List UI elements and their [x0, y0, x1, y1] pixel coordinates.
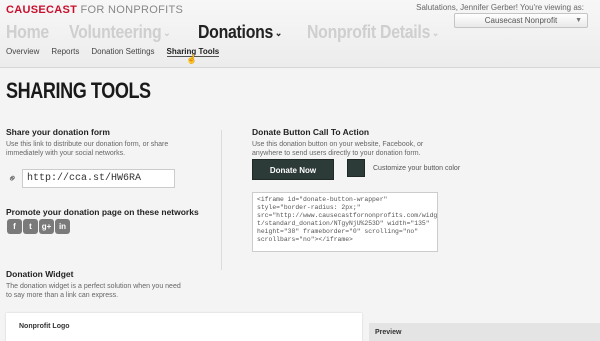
share-form-desc-2: immediately with your social networks.: [6, 150, 126, 157]
widget-desc-1: The donation widget is a perfect solutio…: [6, 283, 181, 290]
subnav-donation-settings[interactable]: Donation Settings: [91, 47, 154, 57]
share-form-desc-1: Use this link to distribute our donation…: [6, 141, 169, 148]
cta-heading: Donate Button Call To Action: [252, 127, 370, 137]
cta-desc-2: anywhere to send users directly to your …: [252, 150, 421, 157]
logo-suffix: FOR NONPROFITS: [77, 4, 184, 16]
twitter-icon[interactable]: t: [23, 219, 38, 234]
account-select[interactable]: Causecast Nonprofit ▼: [454, 13, 588, 28]
greeting: Salutations, Jennifer Gerber! You're vie…: [416, 3, 584, 12]
column-divider: [221, 130, 222, 270]
nav-donations[interactable]: Donations ⌄: [198, 22, 282, 43]
sub-nav: Overview Reports Donation Settings Shari…: [6, 47, 231, 57]
chevron-down-icon: ⌄: [163, 28, 171, 39]
widget-desc-2: to say more than a link can express.: [6, 292, 119, 299]
chevron-down-icon: ⌄: [432, 28, 440, 39]
social-share-buttons: f t g+ in: [7, 219, 70, 234]
linkedin-icon[interactable]: in: [55, 219, 70, 234]
nonprofit-logo-label: Nonprofit Logo: [19, 323, 70, 330]
customize-color-label: Customize your button color: [373, 165, 461, 172]
page-title: SHARING TOOLS: [6, 78, 151, 103]
account-select-value: Causecast Nonprofit: [484, 16, 558, 25]
donate-now-button[interactable]: Donate Now: [252, 159, 334, 180]
promote-heading: Promote your donation page on these netw…: [6, 207, 199, 217]
google-plus-icon[interactable]: g+: [39, 219, 54, 234]
header: CAUSECAST FOR NONPROFITS Salutations, Je…: [0, 0, 600, 68]
share-url-field[interactable]: http://cca.st/HW6RA: [22, 169, 175, 188]
subnav-reports[interactable]: Reports: [51, 47, 79, 57]
logo-brand: CAUSECAST: [6, 4, 78, 16]
link-icon: ⚭: [5, 171, 21, 187]
nav-nonprofit-details[interactable]: Nonprofit Details ⌄: [307, 22, 439, 43]
cta-desc-1: Use this donation button on your website…: [252, 141, 424, 148]
main-nav: Home Volunteering ⌄ Donations ⌄ Nonprofit …: [6, 22, 471, 43]
nav-home[interactable]: Home: [6, 22, 49, 43]
facebook-icon[interactable]: f: [7, 219, 22, 234]
hand-cursor-icon: ☝: [186, 54, 198, 64]
embed-code-textarea[interactable]: <iframe id="donate-button-wrapper" style…: [252, 192, 438, 252]
share-form-heading: Share your donation form: [6, 127, 110, 137]
button-color-swatch[interactable]: [347, 159, 365, 177]
preview-label: Preview: [375, 329, 402, 336]
logo[interactable]: CAUSECAST FOR NONPROFITS: [6, 4, 183, 16]
widget-editor-card: Nonprofit Logo: [6, 313, 362, 341]
widget-preview-panel: Preview: [369, 323, 600, 341]
chevron-down-icon: ⌄: [274, 28, 282, 39]
widget-heading: Donation Widget: [6, 269, 74, 279]
nav-volunteering[interactable]: Volunteering ⌄: [69, 22, 171, 43]
subnav-overview[interactable]: Overview: [6, 47, 39, 57]
chevron-down-icon: ▼: [575, 17, 582, 24]
